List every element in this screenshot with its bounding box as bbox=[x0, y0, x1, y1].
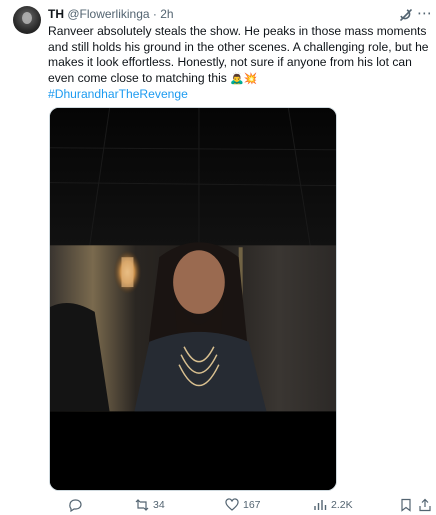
views-icon bbox=[314, 500, 327, 510]
like-icon bbox=[225, 498, 239, 511]
tweet-image[interactable] bbox=[49, 107, 337, 491]
repost-icon bbox=[135, 499, 149, 511]
reply-icon bbox=[69, 499, 82, 512]
action-bar: 34 167 2.2K bbox=[0, 497, 436, 515]
share-icon bbox=[419, 498, 431, 512]
grok-icon[interactable] bbox=[398, 8, 414, 22]
emoji: 🙇‍♂️💥 bbox=[230, 72, 258, 85]
tweet-header: TH @Flowerlikinga · 2h bbox=[48, 7, 174, 21]
timestamp[interactable]: 2h bbox=[160, 7, 173, 21]
display-name[interactable]: TH bbox=[48, 7, 64, 21]
repost-count: 34 bbox=[153, 499, 165, 511]
repost-button[interactable]: 34 bbox=[135, 497, 165, 513]
more-icon[interactable]: ⋯ bbox=[417, 4, 432, 22]
reply-button[interactable] bbox=[68, 497, 86, 513]
like-count: 167 bbox=[243, 499, 261, 511]
hashtag-link[interactable]: #DhurandharTheRevenge bbox=[48, 87, 430, 103]
views-button[interactable]: 2.2K bbox=[313, 497, 353, 513]
share-button[interactable] bbox=[418, 497, 432, 513]
user-handle[interactable]: @Flowerlikinga bbox=[67, 7, 149, 21]
tweet-text: Ranveer absolutely steals the show. He p… bbox=[48, 24, 430, 103]
avatar[interactable] bbox=[13, 6, 41, 34]
like-button[interactable]: 167 bbox=[225, 497, 261, 513]
image-content bbox=[50, 108, 336, 490]
tweet[interactable]: TH @Flowerlikinga · 2h ⋯ Ranveer absolut… bbox=[0, 0, 436, 514]
bookmark-button[interactable] bbox=[399, 497, 413, 513]
separator-dot: · bbox=[152, 7, 157, 21]
views-count: 2.2K bbox=[331, 499, 353, 511]
bookmark-icon bbox=[401, 498, 411, 512]
